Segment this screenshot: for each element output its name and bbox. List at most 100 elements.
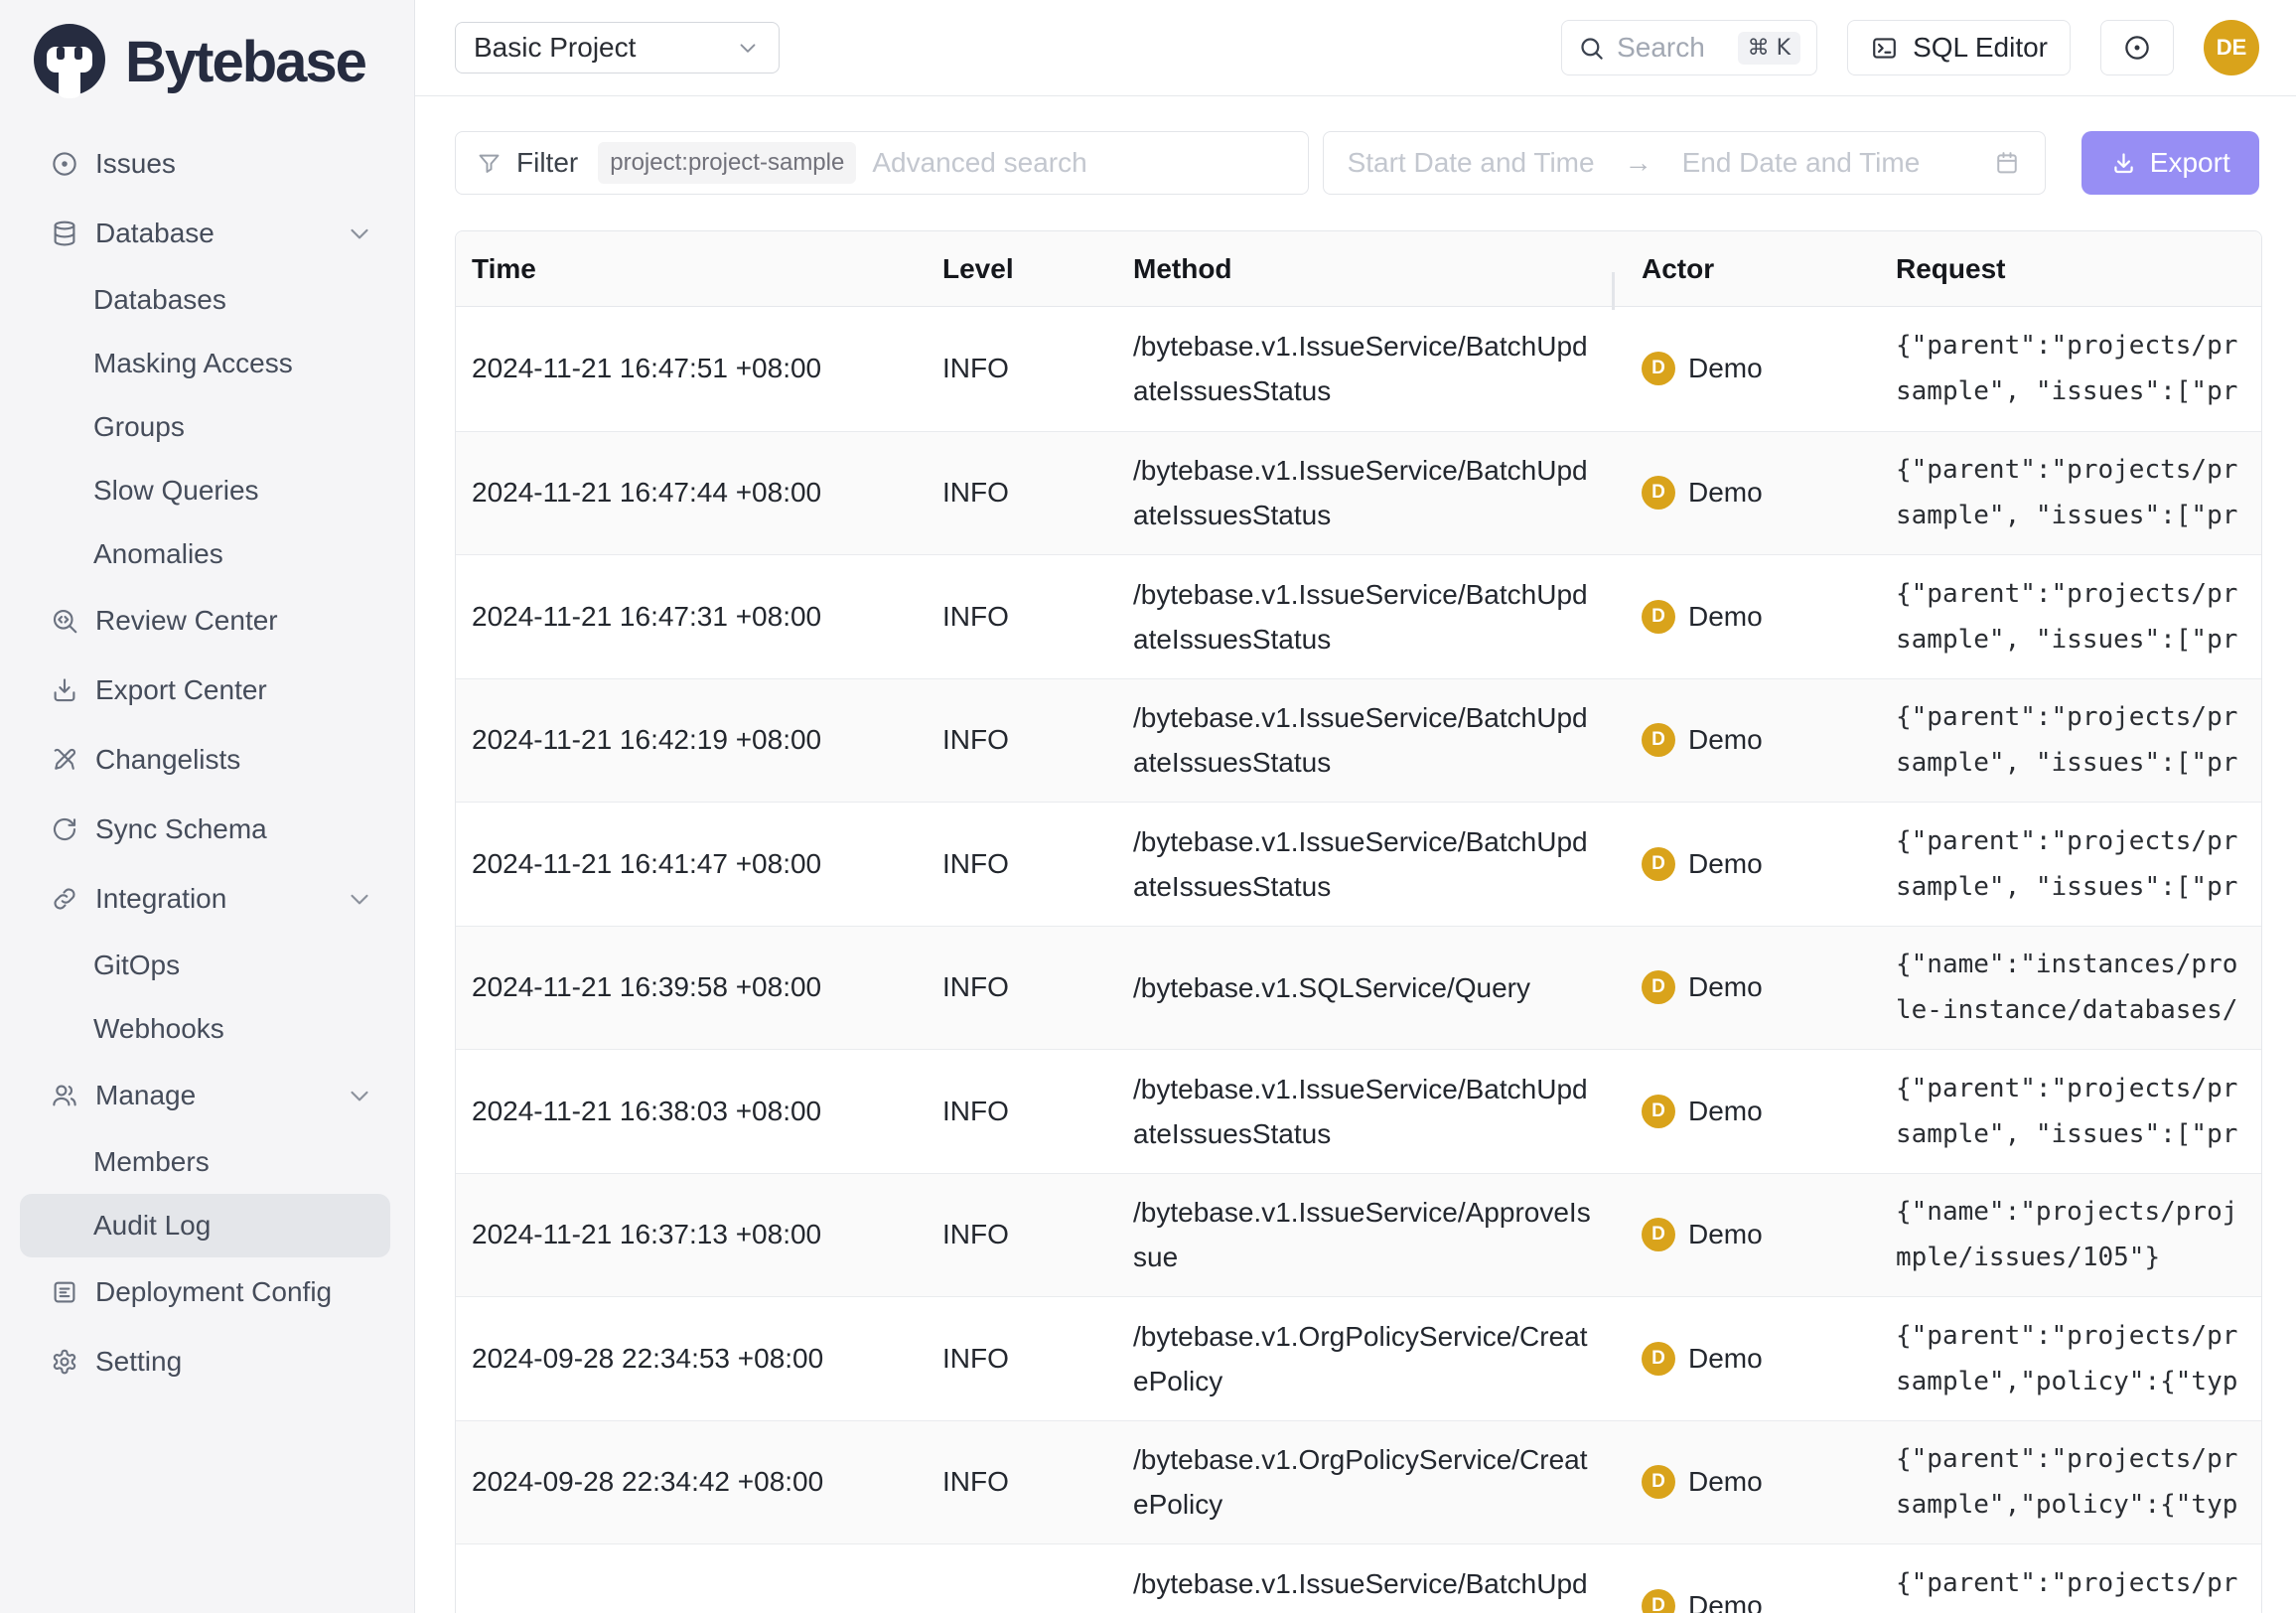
- filter-chip[interactable]: project:project-sample: [598, 142, 856, 184]
- cell-method: /bytebase.v1.IssueService/ApproveIs sue: [1133, 1190, 1612, 1279]
- sidebar-item-label: Deployment Config: [95, 1276, 332, 1308]
- download-icon: [2110, 150, 2137, 177]
- sidebar-item-label: Groups: [93, 411, 185, 443]
- brand-logo[interactable]: Bytebase: [0, 0, 414, 111]
- sidebar-item-sync-schema[interactable]: Sync Schema: [20, 795, 390, 864]
- cell-level: INFO: [942, 477, 1133, 509]
- table-row[interactable]: 2024-11-21 16:39:58 +08:00INFO/bytebase.…: [456, 926, 2261, 1050]
- sidebar-item-slow-queries[interactable]: Slow Queries: [20, 459, 390, 522]
- cell-time: 2024-11-21 16:38:03 +08:00: [456, 1096, 942, 1127]
- actor-avatar: D: [1642, 723, 1675, 757]
- cell-level: INFO: [942, 1466, 1133, 1498]
- cell-method: /bytebase.v1.SQLService/Query: [1133, 965, 1612, 1010]
- calendar-icon: [1993, 149, 2021, 177]
- cell-actor: DDemo: [1612, 723, 1896, 757]
- sidebar-item-label: Export Center: [95, 674, 267, 706]
- sidebar-item-label: Database: [95, 218, 215, 249]
- project-select[interactable]: Basic Project: [455, 22, 780, 73]
- cell-method: /bytebase.v1.IssueService/BatchUpd ateIs…: [1133, 695, 1612, 785]
- table-row[interactable]: 2024-11-21 16:38:03 +08:00INFO/bytebase.…: [456, 1049, 2261, 1173]
- sidebar-item-export-center[interactable]: Export Center: [20, 656, 390, 725]
- app-root: Bytebase Issues Database DatabasesMasking …: [0, 0, 2296, 1613]
- search-kbd-badge: ⌘ K: [1738, 32, 1800, 65]
- sync-schema-icon: [50, 814, 79, 844]
- actor-avatar: D: [1642, 1465, 1675, 1499]
- terminal-icon: [1870, 34, 1899, 63]
- cell-method: /bytebase.v1.IssueService/BatchUpd ateIs…: [1133, 1067, 1612, 1156]
- actor-avatar: D: [1642, 1095, 1675, 1128]
- sidebar-item-integration[interactable]: Integration: [20, 864, 390, 934]
- sidebar-item-label: Audit Log: [93, 1210, 211, 1242]
- filter-input[interactable]: Filter project:project-sample Advanced s…: [455, 131, 1309, 195]
- table-row[interactable]: 2024-09-28 22:34:53 +08:00INFO/bytebase.…: [456, 1296, 2261, 1420]
- cell-level: INFO: [942, 1343, 1133, 1375]
- actor-name: Demo: [1688, 1096, 1763, 1127]
- cell-request: {"parent":"projects/pr sample", "issues"…: [1896, 818, 2263, 910]
- sidebar-item-label: Issues: [95, 148, 176, 180]
- range-arrow-icon: →: [1625, 147, 1652, 179]
- chevron-down-icon: [345, 1081, 374, 1110]
- search-icon: [1578, 35, 1605, 62]
- sidebar-item-changelists[interactable]: Changelists: [20, 725, 390, 795]
- cell-request: {"parent":"projects/pr sample","policy":…: [1896, 1436, 2263, 1528]
- chevron-down-icon: [345, 884, 374, 914]
- sidebar-item-gitops[interactable]: GitOps: [20, 934, 390, 997]
- actor-name: Demo: [1688, 1466, 1763, 1498]
- table-row[interactable]: 2024-09-28 22:34:42 +08:00INFO/bytebase.…: [456, 1420, 2261, 1544]
- table-row[interactable]: 2024-11-21 16:47:44 +08:00INFO/bytebase.…: [456, 431, 2261, 555]
- help-center-button[interactable]: [2100, 20, 2174, 75]
- cell-time: 2024-11-21 16:37:13 +08:00: [456, 1219, 942, 1250]
- table-row[interactable]: 2024-11-21 16:42:19 +08:00INFO/bytebase.…: [456, 678, 2261, 803]
- search-button[interactable]: Search ⌘ K: [1561, 20, 1817, 75]
- sql-editor-button[interactable]: SQL Editor: [1847, 20, 2071, 75]
- date-range-picker[interactable]: Start Date and Time → End Date and Time: [1323, 131, 2046, 195]
- cell-actor: DDemo: [1612, 1589, 1896, 1613]
- cell-actor: DDemo: [1612, 600, 1896, 634]
- column-header-request: Request: [1896, 253, 2263, 285]
- sidebar-item-issues[interactable]: Issues: [20, 129, 390, 199]
- sidebar-item-review-center[interactable]: Review Center: [20, 586, 390, 656]
- cell-request: {"parent":"projects/pr sample", "issues"…: [1896, 1066, 2263, 1157]
- sidebar: Bytebase Issues Database DatabasesMasking …: [0, 0, 415, 1613]
- cell-time: 2024-09-28 22:34:42 +08:00: [456, 1466, 942, 1498]
- table-row[interactable]: 2024-11-21 16:41:47 +08:00INFO/bytebase.…: [456, 802, 2261, 926]
- cell-actor: DDemo: [1612, 1218, 1896, 1251]
- database-icon: [50, 219, 79, 248]
- audit-table-header: Time Level Method Actor Request: [456, 231, 2261, 307]
- integration-icon: [50, 884, 79, 914]
- sidebar-item-label: Anomalies: [93, 538, 223, 570]
- user-avatar[interactable]: DE: [2204, 20, 2259, 75]
- sidebar-item-label: Review Center: [95, 605, 278, 637]
- sidebar-item-label: Setting: [95, 1346, 182, 1378]
- sidebar-item-databases[interactable]: Databases: [20, 268, 390, 332]
- sidebar-item-manage[interactable]: Manage: [20, 1061, 390, 1130]
- issues-icon: [50, 149, 79, 179]
- chevron-down-icon: [735, 35, 761, 61]
- sidebar-item-audit-log[interactable]: Audit Log: [20, 1194, 390, 1257]
- sidebar-item-deployment-config[interactable]: Deployment Config: [20, 1257, 390, 1327]
- sidebar-item-masking-access[interactable]: Masking Access: [20, 332, 390, 395]
- sidebar-item-groups[interactable]: Groups: [20, 395, 390, 459]
- table-row[interactable]: 2024-11-21 16:47:51 +08:00INFO/bytebase.…: [456, 307, 2261, 431]
- sidebar-item-members[interactable]: Members: [20, 1130, 390, 1194]
- sidebar-item-label: Changelists: [95, 744, 240, 776]
- sidebar-item-database[interactable]: Database: [20, 199, 390, 268]
- sidebar-item-webhooks[interactable]: Webhooks: [20, 997, 390, 1061]
- sidebar-item-anomalies[interactable]: Anomalies: [20, 522, 390, 586]
- actor-name: Demo: [1688, 1343, 1763, 1375]
- sidebar-item-setting[interactable]: Setting: [20, 1327, 390, 1396]
- cell-method: /bytebase.v1.IssueService/BatchUpd ateIs…: [1133, 1561, 1612, 1613]
- audit-table: Time Level Method Actor Request 2024-11-…: [455, 230, 2262, 1613]
- export-button[interactable]: Export: [2081, 131, 2259, 195]
- table-row[interactable]: 2024-11-21 16:37:13 +08:00INFO/bytebase.…: [456, 1173, 2261, 1297]
- actor-avatar: D: [1642, 1589, 1675, 1613]
- cell-level: INFO: [942, 971, 1133, 1003]
- cell-time: 2024-11-21 16:47:31 +08:00: [456, 601, 942, 633]
- table-row[interactable]: /bytebase.v1.IssueService/BatchUpd ateIs…: [456, 1543, 2261, 1613]
- sidebar-item-label: Integration: [95, 883, 226, 915]
- cell-time: 2024-11-21 16:42:19 +08:00: [456, 724, 942, 756]
- cell-time: 2024-09-28 22:34:53 +08:00: [456, 1343, 942, 1375]
- cell-request: {"parent":"projects/pr sample", "issues"…: [1896, 323, 2263, 414]
- table-row[interactable]: 2024-11-21 16:47:31 +08:00INFO/bytebase.…: [456, 554, 2261, 678]
- cell-time: 2024-11-21 16:41:47 +08:00: [456, 848, 942, 880]
